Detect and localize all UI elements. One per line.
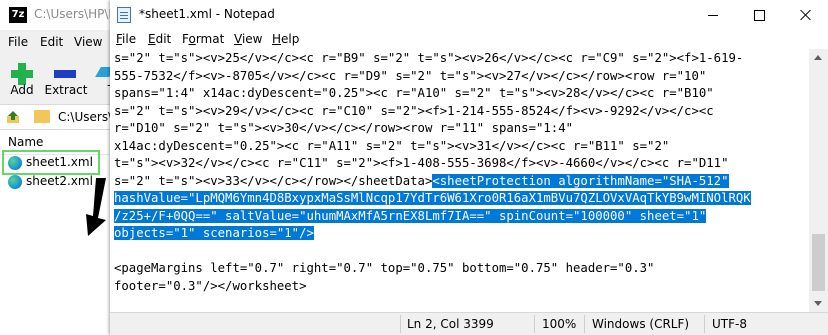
file-manager-toolbar: Add Extract Te bbox=[0, 55, 120, 100]
window-controls bbox=[690, 0, 828, 30]
notepad-menubar: File Edit Format View Help bbox=[110, 30, 828, 49]
text-line: footer="0.3"/></worksheet> bbox=[114, 278, 307, 293]
vertical-scrollbar[interactable] bbox=[809, 49, 828, 312]
close-button[interactable] bbox=[782, 0, 828, 30]
menu-file[interactable]: File bbox=[116, 32, 136, 46]
status-divider bbox=[534, 315, 535, 333]
text-line: spans="1:4" x14ac:dyDescent="0.25"><c r=… bbox=[114, 86, 714, 100]
scroll-down-arrow-icon[interactable] bbox=[809, 295, 828, 312]
add-button[interactable]: Add bbox=[0, 59, 44, 99]
menu-help[interactable]: Help bbox=[272, 32, 299, 46]
encoding: UTF-8 bbox=[712, 317, 747, 331]
plus-icon bbox=[11, 63, 33, 85]
menu-edit[interactable]: Edit bbox=[148, 32, 171, 46]
cursor-position: Ln 2, Col 3399 bbox=[407, 317, 494, 331]
text-line: <pageMargins left="0.7" right="0.7" top=… bbox=[114, 261, 655, 275]
address-bar[interactable]: C:\Users\ bbox=[0, 104, 120, 130]
extract-button-label: Extract bbox=[44, 83, 88, 97]
selected-text: objects="1" scenarios="1"/> bbox=[114, 226, 314, 240]
status-divider bbox=[584, 315, 585, 333]
menu-format[interactable]: Format bbox=[182, 32, 224, 46]
file-manager-title: C:\Users\HP\D bbox=[34, 7, 118, 21]
add-button-label: Add bbox=[10, 83, 34, 97]
status-divider bbox=[400, 315, 401, 333]
line-ending: Windows (CRLF) bbox=[592, 317, 690, 331]
scroll-thumb[interactable] bbox=[812, 234, 825, 291]
menu-edit[interactable]: Edit bbox=[40, 35, 63, 49]
status-divider bbox=[704, 315, 705, 333]
window-title: *sheet1.xml - Notepad bbox=[139, 7, 275, 21]
folder-icon bbox=[34, 110, 50, 123]
selected-text: hashValue="LpMQM6Ymn4D8BxypxMaSsMlNcqp17… bbox=[114, 191, 751, 205]
extract-button[interactable]: Extract bbox=[44, 59, 88, 99]
up-folder-icon[interactable] bbox=[6, 110, 20, 124]
editor-content: s="2" t="s"><v>25</v></c><c r="B9" s="2"… bbox=[114, 50, 751, 295]
text-line: t="s"><v>32</v></c><c r="C11" s="2"><f>1… bbox=[114, 156, 729, 170]
text-line: r="D10" s="2" t="s"><v>30</v></c></row><… bbox=[114, 121, 574, 135]
minus-icon bbox=[54, 70, 76, 78]
minimize-button[interactable] bbox=[690, 0, 736, 30]
menu-view[interactable]: View bbox=[234, 32, 262, 46]
scroll-up-arrow-icon[interactable] bbox=[809, 49, 828, 66]
edge-icon bbox=[8, 175, 22, 189]
highlight-box bbox=[2, 150, 100, 175]
notepad-titlebar[interactable]: *sheet1.xml - Notepad bbox=[110, 0, 828, 30]
text-line: x14ac:dyDescent="0.25"><c r="A11" s="2" … bbox=[114, 138, 670, 153]
selected-text: /z25+/F+0QQ==" saltValue="uhumMAxMfA5rnE… bbox=[114, 208, 707, 223]
text-line: s="2" t="s"><v>29</v></c><c r="C10" s="2… bbox=[114, 103, 714, 118]
text-line: s="2" t="s"><v>25</v></c><c r="B9" s="2"… bbox=[114, 51, 744, 65]
menu-view[interactable]: View bbox=[74, 35, 102, 49]
seven-zip-app-icon: 7z bbox=[9, 7, 27, 23]
status-bar: Ln 2, Col 3399 100% Windows (CRLF) UTF-8 bbox=[110, 312, 828, 335]
text-line: s="2" t="s"><v>33</v></c></row></sheetDa… bbox=[114, 173, 433, 188]
zoom-level: 100% bbox=[542, 317, 577, 331]
text-line: 555-7532</f><v>-8705</v></c><c r="D9" s=… bbox=[114, 68, 707, 83]
address-path: C:\Users\ bbox=[58, 110, 113, 124]
notepad-app-icon bbox=[117, 7, 131, 23]
menu-file[interactable]: File bbox=[8, 35, 28, 49]
maximize-button[interactable] bbox=[736, 0, 782, 30]
notepad-window: *sheet1.xml - Notepad File Edit Format V… bbox=[110, 0, 828, 335]
text-editor[interactable]: s="2" t="s"><v>25</v></c><c r="B9" s="2"… bbox=[110, 49, 809, 312]
selected-text: <sheetProtection algorithmName="SHA-512" bbox=[432, 173, 729, 188]
column-header-name[interactable]: Name bbox=[8, 135, 43, 149]
